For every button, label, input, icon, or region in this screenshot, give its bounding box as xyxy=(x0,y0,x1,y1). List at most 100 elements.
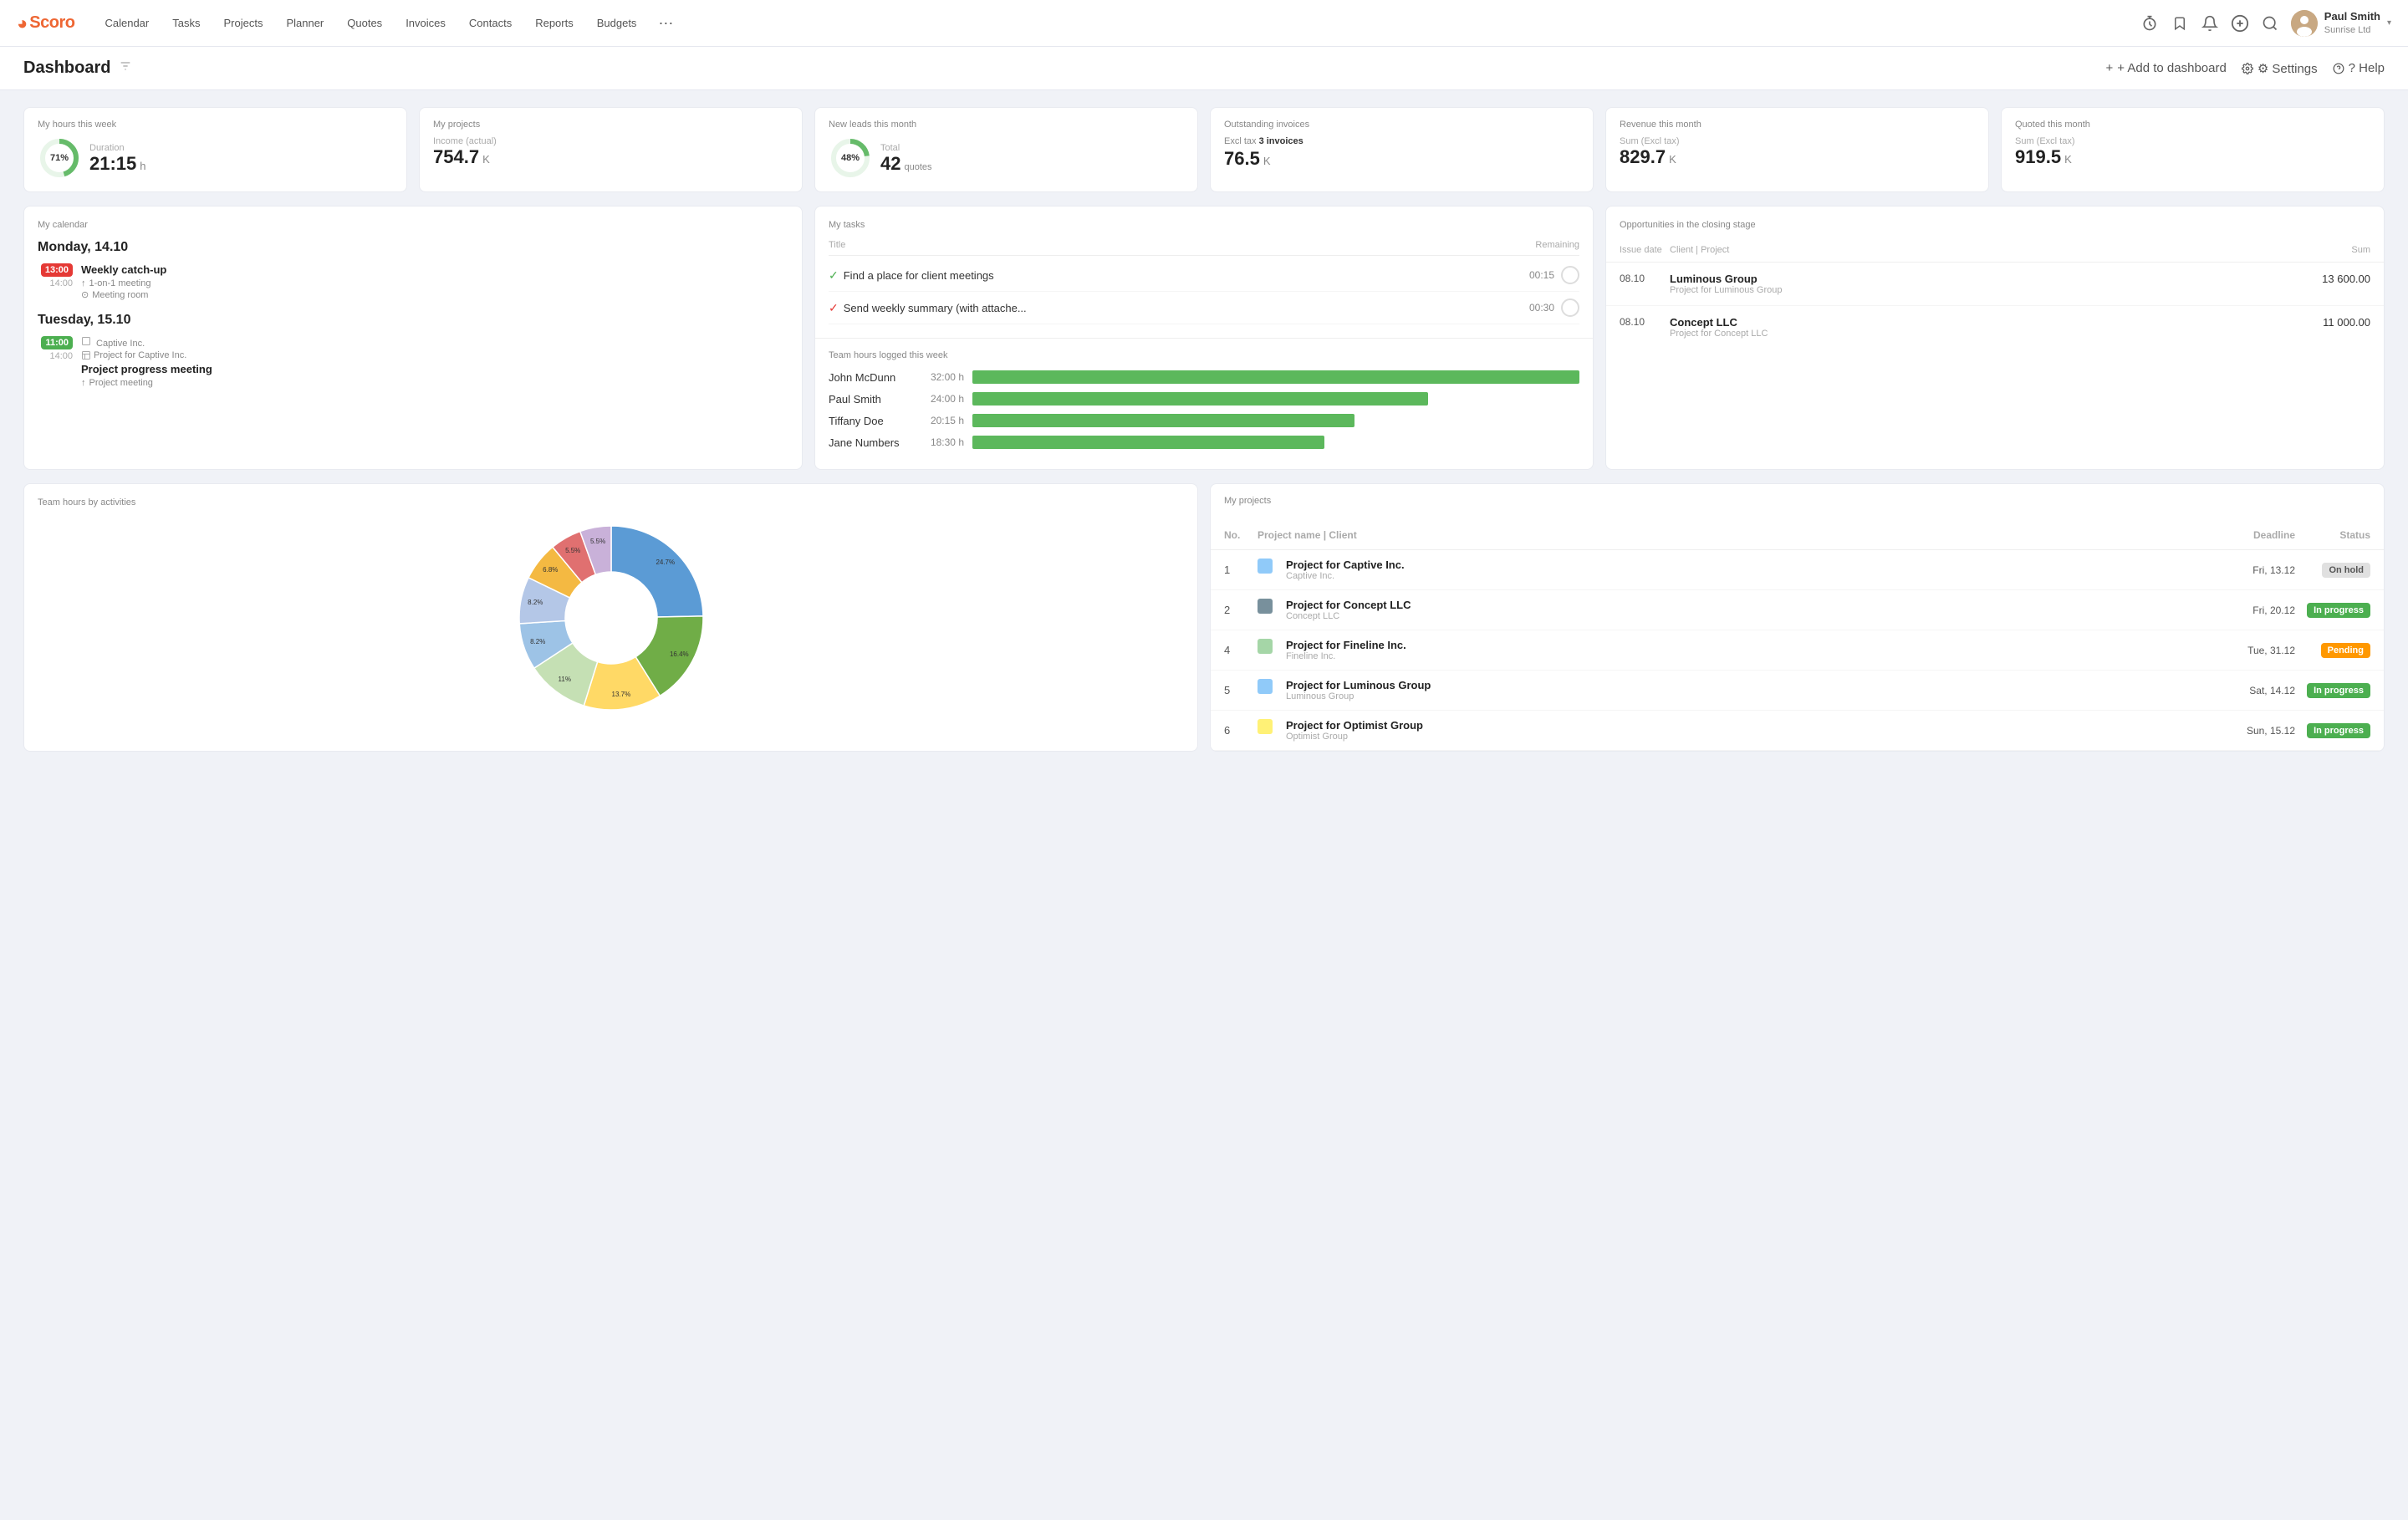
stat-my-hours: My hours this week 71% Duration 21:15 h xyxy=(23,107,407,192)
user-text: Paul Smith Sunrise Ltd xyxy=(2324,10,2380,36)
help-button[interactable]: ? Help xyxy=(2333,61,2385,75)
bookmark-icon[interactable] xyxy=(2171,14,2189,33)
task-row: ✓ Find a place for client meetings 00:15 xyxy=(829,259,1579,292)
nav-budgets[interactable]: Budgets xyxy=(587,12,647,34)
revenue-unit: K xyxy=(1669,153,1676,166)
proj-name: Project for Luminous Group xyxy=(1286,679,1431,691)
nav-quotes[interactable]: Quotes xyxy=(337,12,392,34)
nav-projects[interactable]: Projects xyxy=(213,12,273,34)
opp1-client: Luminous Group xyxy=(1670,273,2287,285)
project-row[interactable]: 2 Project for Concept LLC Concept LLC Fr… xyxy=(1211,590,2384,630)
proj-num: 1 xyxy=(1224,564,1258,576)
projects-rows: 1 Project for Captive Inc. Captive Inc. … xyxy=(1211,550,2384,751)
col-deadline: Deadline xyxy=(2212,529,2295,541)
nav-planner[interactable]: Planner xyxy=(276,12,334,34)
proj-name: Project for Optimist Group xyxy=(1286,719,1423,732)
main-nav: Calendar Tasks Projects Planner Quotes I… xyxy=(94,9,2140,37)
projects-value: 754.7 xyxy=(433,146,479,168)
svg-text:6.8%: 6.8% xyxy=(543,566,558,574)
member2-name: Paul Smith xyxy=(829,393,912,406)
proj-name: Project for Fineline Inc. xyxy=(1286,639,1406,651)
proj-num: 4 xyxy=(1224,644,1258,656)
task2-complete-button[interactable] xyxy=(1561,298,1579,317)
opp2-client: Concept LLC xyxy=(1670,316,2287,329)
user-company: Sunrise Ltd xyxy=(2324,24,2380,36)
svg-text:8.2%: 8.2% xyxy=(530,638,545,645)
proj-icon xyxy=(1258,599,1273,614)
proj-client: Optimist Group xyxy=(1286,732,1423,742)
dashboard-filter-icon[interactable] xyxy=(119,59,132,77)
projects-card: My projects No. Project name | Client De… xyxy=(1210,483,2385,752)
task2-check-icon: ✓ xyxy=(829,301,839,315)
user-chevron-icon: ▾ xyxy=(2387,18,2391,28)
calendar-day2: Tuesday, 15.10 xyxy=(38,313,788,328)
plus-icon[interactable] xyxy=(2231,14,2249,33)
col-name: Project name | Client xyxy=(1258,529,2212,541)
member4-hours: 18:30 h xyxy=(921,436,964,448)
event2-start-time: 11:00 xyxy=(41,336,73,349)
nav-calendar[interactable]: Calendar xyxy=(94,12,159,34)
opp1-date: 08.10 xyxy=(1620,273,1670,295)
proj-num: 2 xyxy=(1224,604,1258,616)
nav-invoices[interactable]: Invoices xyxy=(395,12,456,34)
hours-value: 21:15 xyxy=(89,153,136,175)
proj-status: In progress xyxy=(2307,723,2370,738)
member3-name: Tiffany Doe xyxy=(829,415,912,427)
revenue-value: 829.7 xyxy=(1620,146,1666,168)
project-row[interactable]: 5 Project for Luminous Group Luminous Gr… xyxy=(1211,671,2384,711)
projects-unit: K xyxy=(482,153,490,166)
event1-title: Weekly catch-up xyxy=(81,263,788,276)
task1-complete-button[interactable] xyxy=(1561,266,1579,284)
proj-num: 5 xyxy=(1224,684,1258,696)
search-icon[interactable] xyxy=(2261,14,2279,33)
stat-new-leads: New leads this month 48% Total 42 quotes xyxy=(814,107,1198,192)
bell-icon[interactable] xyxy=(2201,14,2219,33)
proj-client: Captive Inc. xyxy=(1286,571,1405,581)
task2-time: 00:30 xyxy=(1529,302,1554,314)
team-member-row: Jane Numbers 18:30 h xyxy=(829,436,1579,449)
project-row[interactable]: 6 Project for Optimist Group Optimist Gr… xyxy=(1211,711,2384,751)
projects-title: My projects xyxy=(1224,496,2370,506)
proj-deadline: Fri, 13.12 xyxy=(2212,564,2295,576)
middle-row: My calendar Monday, 14.10 13:00 14:00 We… xyxy=(23,206,2385,470)
nav-reports[interactable]: Reports xyxy=(525,12,584,34)
quoted-unit: K xyxy=(2064,153,2072,166)
member2-hours: 24:00 h xyxy=(921,393,964,405)
project-row[interactable]: 4 Project for Fineline Inc. Fineline Inc… xyxy=(1211,630,2384,671)
main-content: My hours this week 71% Duration 21:15 h xyxy=(0,90,2408,768)
projects-header: No. Project name | Client Deadline Statu… xyxy=(1211,521,2384,550)
stat-my-projects: My projects Income (actual) 754.7 K xyxy=(419,107,803,192)
settings-button[interactable]: ⚙ Settings xyxy=(2242,61,2318,76)
stat-label: Quoted this month xyxy=(2015,120,2370,130)
logo[interactable]: ◕ Scoro xyxy=(17,13,74,34)
dashboard-title: Dashboard xyxy=(23,59,110,78)
nav-contacts[interactable]: Contacts xyxy=(459,12,522,34)
add-to-dashboard-button[interactable]: + + Add to dashboard xyxy=(2106,61,2227,75)
timer-icon[interactable] xyxy=(2140,14,2159,33)
member1-name: John McDunn xyxy=(829,371,912,384)
event2-title: Project progress meeting xyxy=(81,363,788,375)
hours-unit: h xyxy=(140,160,145,172)
team-member-row: Paul Smith 24:00 h xyxy=(829,392,1579,406)
donut-pct: 71% xyxy=(50,153,69,163)
stat-label: Revenue this month xyxy=(1620,120,1975,130)
opp-row: 08.10 Luminous Group Project for Luminou… xyxy=(1606,263,2384,306)
svg-text:5.5%: 5.5% xyxy=(565,547,580,554)
nav-tasks[interactable]: Tasks xyxy=(162,12,210,34)
team-member-row: Tiffany Doe 20:15 h xyxy=(829,414,1579,427)
svg-text:5.5%: 5.5% xyxy=(589,538,605,545)
proj-status: On hold xyxy=(2322,563,2370,578)
col-title: Title xyxy=(829,240,1535,250)
col-no: No. xyxy=(1224,529,1258,541)
user-profile[interactable]: Paul Smith Sunrise Ltd ▾ xyxy=(2291,10,2391,37)
pie-chart-card: Team hours by activities 24.7%16.4%13.7%… xyxy=(23,483,1198,752)
svg-text:8.2%: 8.2% xyxy=(528,599,543,606)
proj-deadline: Sun, 15.12 xyxy=(2212,725,2295,737)
nav-more[interactable]: ··· xyxy=(650,9,681,37)
opp2-date: 08.10 xyxy=(1620,316,1670,339)
stat-label: My projects xyxy=(433,120,788,130)
stat-label: New leads this month xyxy=(829,120,1184,130)
event1-meta1: 1-on-1 meeting xyxy=(89,278,151,288)
col-remaining: Remaining xyxy=(1535,240,1579,250)
project-row[interactable]: 1 Project for Captive Inc. Captive Inc. … xyxy=(1211,550,2384,590)
